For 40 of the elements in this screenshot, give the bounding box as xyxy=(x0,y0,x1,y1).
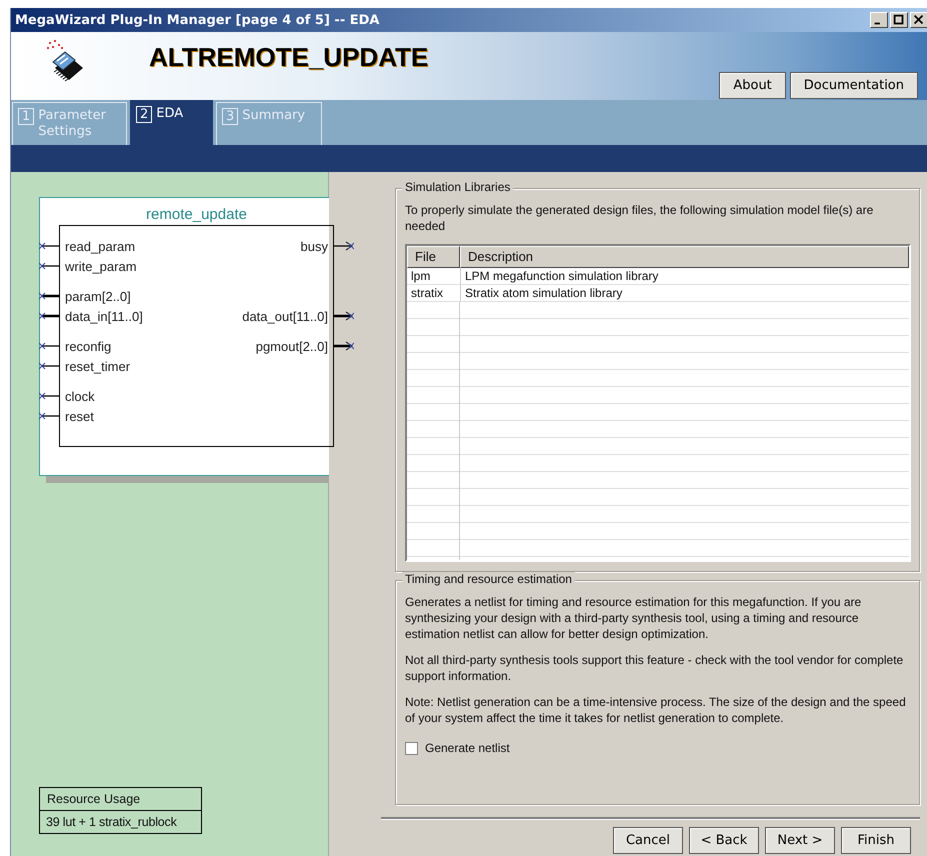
wizard-button[interactable]: < Back xyxy=(689,827,759,854)
port-label: param[2..0] xyxy=(65,288,131,304)
group-label: Timing and resource estimation xyxy=(402,572,575,586)
port-label: reconfig xyxy=(65,338,112,354)
group-label: Simulation Libraries xyxy=(402,180,514,194)
description-text: Note: Netlist generation can be a time-intensive process. The size of the design and the speed of your system affect the time it takes for netlist generation to complete. xyxy=(405,694,907,726)
port-label: reset xyxy=(65,408,94,424)
table-header: Resource Usage xyxy=(40,788,201,811)
close-icon[interactable] xyxy=(910,12,927,28)
header-button[interactable]: About xyxy=(719,72,786,99)
wizard-button[interactable]: Cancel xyxy=(613,827,683,854)
table-cell: LPM megafunction simulation library xyxy=(460,268,909,284)
symbol-title: remote_update xyxy=(145,205,248,225)
header-button[interactable]: Documentation xyxy=(790,72,918,99)
wizard-tab[interactable]: 2 EDA xyxy=(130,100,213,145)
table-cell-text: 39 lut + 1 stratix_rublock xyxy=(45,814,178,831)
port-label: clock xyxy=(65,388,95,404)
column-header[interactable]: File xyxy=(407,246,460,268)
port-label: data_in[11..0] xyxy=(65,308,143,324)
wizard-button[interactable]: Next > xyxy=(765,827,835,854)
port-label: data_out[11..0] xyxy=(242,308,328,324)
wizard-button[interactable]: Finish xyxy=(841,827,911,854)
port-label: read_param xyxy=(65,238,136,254)
wizard-title: ALTREMOTE_UPDATE xyxy=(149,42,430,74)
table-cell: Stratix atom simulation library xyxy=(460,285,909,301)
description-text: Not all third-party synthesis tools support this feature - check with the tool vendor for complete support information. xyxy=(405,652,904,684)
table-cell-text: lpm xyxy=(410,268,432,284)
checkbox-label[interactable]: Generate netlist xyxy=(425,741,510,755)
table-cell-text: stratix xyxy=(410,285,444,301)
port-label: reset_timer xyxy=(65,358,130,374)
checkbox[interactable] xyxy=(405,742,418,754)
port-label: busy xyxy=(300,238,328,254)
column-header[interactable]: Description xyxy=(460,246,909,268)
description-text: Generates a netlist for timing and resource estimation for this megafunction. If you are synthesizing your design with a third-party synthesis tool, using a timing and resource estimation netlist can allow for better design optimization. xyxy=(405,594,862,642)
port-label: write_param xyxy=(65,258,137,274)
port-label: pgmout[2..0] xyxy=(256,338,328,354)
maximize-icon[interactable] xyxy=(890,12,908,28)
minimize-icon[interactable] xyxy=(870,12,888,28)
window-title: MegaWizard Plug-In Manager [page 4 of 5] -- EDA xyxy=(15,12,380,28)
description-text: To properly simulate the generated design files, the following simulation model file(s) are needed xyxy=(405,202,874,234)
